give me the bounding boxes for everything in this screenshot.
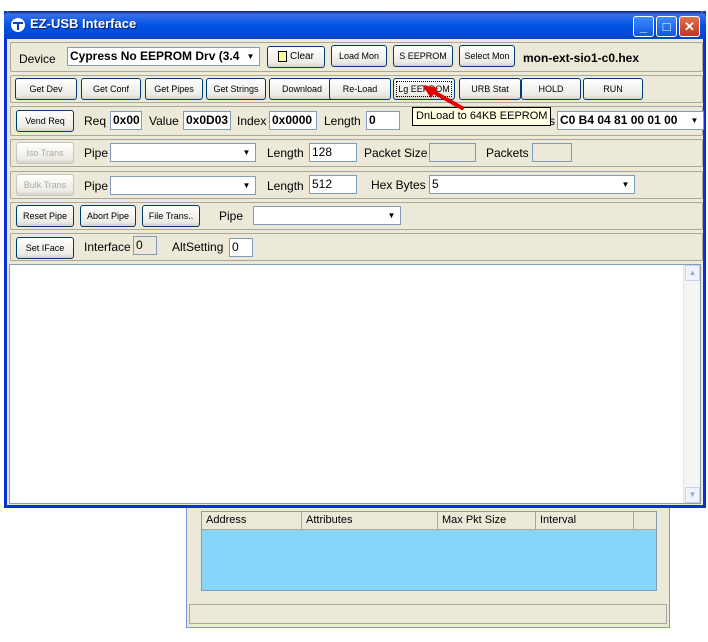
iso-length-field[interactable]: 128 <box>309 143 357 162</box>
urb-stat-button[interactable]: URB Stat <box>459 78 521 100</box>
get-pipes-button[interactable]: Get Pipes <box>145 78 203 100</box>
bulk-length-label: Length <box>267 179 304 193</box>
iso-length-label: Length <box>267 146 304 160</box>
vend-hex-bytes-select[interactable]: C0 B4 04 81 00 01 00 ▼ <box>557 111 704 130</box>
load-mon-button[interactable]: Load Mon <box>331 45 387 67</box>
status-bar <box>189 604 667 624</box>
s-eeprom-button[interactable]: S EEPROM <box>393 45 453 67</box>
device-label: Device <box>19 52 56 66</box>
vend-hex-bytes-value: C0 B4 04 81 00 01 00 <box>560 113 678 127</box>
packets-label: Packets <box>486 146 529 160</box>
close-icon[interactable]: ✕ <box>679 16 700 37</box>
value-field[interactable]: 0x0D03 <box>183 111 231 130</box>
reload-button[interactable]: Re-Load <box>329 78 391 100</box>
value-label: Value <box>149 114 179 128</box>
title-bar[interactable]: EZ-USB Interface _ □ ✕ <box>4 11 706 39</box>
chevron-down-icon[interactable]: ▼ <box>239 178 254 193</box>
index-field[interactable]: 0x0000 <box>269 111 317 130</box>
iso-pipe-select[interactable]: ▼ <box>110 143 256 162</box>
scroll-up-icon[interactable]: ▲ <box>685 265 700 281</box>
bulk-pipe-label: Pipe <box>84 179 109 193</box>
bulk-hex-bytes-label: Hex Bytes <box>371 178 426 192</box>
get-dev-button[interactable]: Get Dev <box>15 78 77 100</box>
endpoint-list-header: Address Attributes Max Pkt Size Interval <box>202 512 656 530</box>
req-field[interactable]: 0x00 <box>110 111 142 130</box>
packet-size-label: Packet Size <box>364 146 428 160</box>
iso-trans-button[interactable]: Iso Trans <box>16 142 74 164</box>
vend-length-field[interactable]: 0 <box>366 111 400 130</box>
select-mon-button[interactable]: Select Mon <box>459 45 515 67</box>
bulk-hex-bytes-select[interactable]: 5 ▼ <box>429 175 635 194</box>
iso-pipe-label: Pipe <box>84 146 109 160</box>
vendor-request-row: Vend Req Req 0x00 Value 0x0D03 Index 0x0… <box>10 106 704 136</box>
app-icon <box>11 18 25 32</box>
chevron-down-icon[interactable]: ▼ <box>239 145 254 160</box>
get-strings-button[interactable]: Get Strings <box>206 78 266 100</box>
get-conf-button[interactable]: Get Conf <box>81 78 141 100</box>
iso-transfer-row: Iso Trans Pipe ▼ Length 128 Packet Size … <box>10 139 703 167</box>
req-label: Req <box>84 114 107 128</box>
bulk-hex-bytes-value: 5 <box>432 177 439 191</box>
monitor-file-name: mon-ext-sio1-c0.hex <box>523 51 640 65</box>
device-select[interactable]: Cypress No EEPROM Drv (3.4 ▼ <box>67 47 260 66</box>
clear-button[interactable]: Clear <box>267 46 325 68</box>
bulk-transfer-row: Bulk Trans Pipe ▼ Length 512 Hex Bytes 5… <box>10 171 703 199</box>
chevron-down-icon[interactable]: ▼ <box>687 113 702 128</box>
toolbar-row: Get Dev Get Conf Get Pipes Get Strings D… <box>10 75 703 103</box>
device-row: Device Cypress No EEPROM Drv (3.4 ▼ Clea… <box>10 42 703 72</box>
interface-value: 0 <box>133 236 157 255</box>
interface-label: Interface <box>84 240 131 254</box>
column-address[interactable]: Address <box>202 512 302 529</box>
index-label: Index <box>237 114 267 128</box>
pipe-select[interactable]: ▼ <box>253 206 401 225</box>
clear-label: Clear <box>290 51 314 62</box>
file-trans-button[interactable]: File Trans.. <box>142 205 200 227</box>
page-icon <box>278 50 288 62</box>
chevron-down-icon[interactable]: ▼ <box>384 208 399 223</box>
window-title: EZ-USB Interface <box>30 16 137 31</box>
interface-row: Set IFace Interface 0 AltSetting 0 <box>10 233 703 261</box>
hold-button[interactable]: HOLD <box>521 78 581 100</box>
abort-pipe-button[interactable]: Abort Pipe <box>80 205 136 227</box>
annotation-arrow-icon <box>422 85 464 110</box>
device-select-value: Cypress No EEPROM Drv (3.4 <box>70 49 240 63</box>
altsetting-label: AltSetting <box>172 240 224 254</box>
pipe-control-row: Reset Pipe Abort Pipe File Trans.. Pipe … <box>10 202 703 230</box>
scroll-down-icon[interactable]: ▼ <box>685 487 700 503</box>
packet-size-field[interactable] <box>429 143 476 162</box>
vend-req-button[interactable]: Vend Req <box>16 110 74 132</box>
packets-field[interactable] <box>532 143 572 162</box>
bulk-length-field[interactable]: 512 <box>309 175 357 194</box>
length-label: Length <box>324 114 361 128</box>
endpoint-list[interactable]: Address Attributes Max Pkt Size Interval <box>201 511 657 591</box>
download-button[interactable]: Download <box>269 78 335 100</box>
minimize-icon[interactable]: _ <box>633 16 654 37</box>
pipe-info-window: Address Attributes Max Pkt Size Interval <box>186 496 670 628</box>
maximize-icon[interactable]: □ <box>656 16 677 37</box>
chevron-down-icon[interactable]: ▼ <box>243 49 258 64</box>
bulk-pipe-select[interactable]: ▼ <box>110 176 256 195</box>
reset-pipe-button[interactable]: Reset Pipe <box>16 205 74 227</box>
column-interval[interactable]: Interval <box>536 512 634 529</box>
chevron-down-icon[interactable]: ▼ <box>618 177 633 192</box>
column-attributes[interactable]: Attributes <box>302 512 438 529</box>
pipe-label: Pipe <box>219 209 244 223</box>
bulk-trans-button[interactable]: Bulk Trans <box>16 174 74 196</box>
run-button[interactable]: RUN <box>583 78 643 100</box>
set-iface-button[interactable]: Set IFace <box>16 237 74 259</box>
ez-usb-window: EZ-USB Interface _ □ ✕ Device Cypress No… <box>4 11 706 508</box>
altsetting-field[interactable]: 0 <box>229 238 253 257</box>
vertical-scrollbar[interactable]: ▲ ▼ <box>683 265 700 503</box>
column-max-pkt-size[interactable]: Max Pkt Size <box>438 512 536 529</box>
output-log[interactable]: ▲ ▼ <box>9 264 701 504</box>
